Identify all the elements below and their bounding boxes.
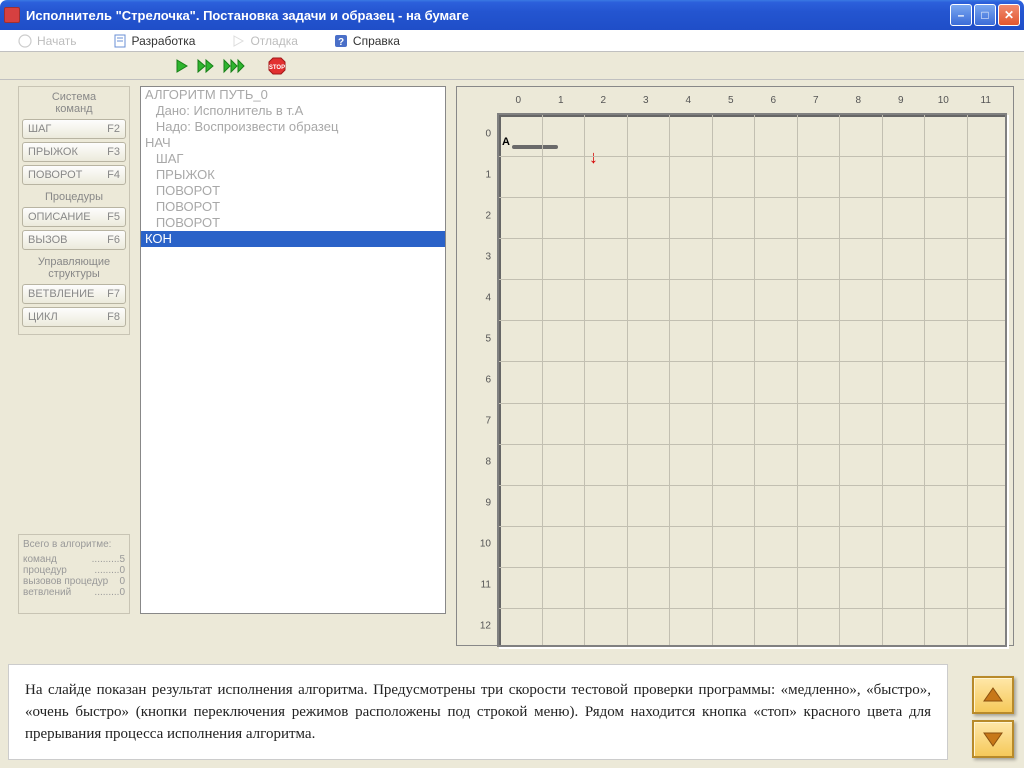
run-toolbar: STOP xyxy=(0,52,1024,80)
cmd-jump[interactable]: ПРЫЖОКF3 xyxy=(22,142,126,162)
document-icon xyxy=(113,34,127,48)
point-A-label: А xyxy=(502,136,510,148)
menu-help-label: Справка xyxy=(353,34,400,48)
svg-text:?: ? xyxy=(338,37,344,48)
stat-calls: вызовов процедур 0 xyxy=(23,576,125,587)
menu-start[interactable]: Начать xyxy=(0,30,95,51)
window-titlebar: Исполнитель "Стрелочка". Постановка зада… xyxy=(0,0,1024,30)
stats-title: Всего в алгоритме: xyxy=(23,539,125,550)
menu-start-label: Начать xyxy=(37,34,77,48)
arrow-down-icon: ↓ xyxy=(589,147,598,168)
menu-dev-label: Разработка xyxy=(132,34,196,48)
play-veryfast-button[interactable] xyxy=(222,58,248,74)
play-outline-icon xyxy=(231,34,245,48)
palette-header: Системакоманд xyxy=(22,91,126,115)
code-line[interactable]: ПОВОРОТ xyxy=(141,183,445,199)
code-line[interactable]: ШАГ xyxy=(141,151,445,167)
menu-debug[interactable]: Отладка xyxy=(213,30,315,51)
x-axis: 01234567891011 xyxy=(497,95,1009,109)
procedures-header: Процедуры xyxy=(22,191,126,203)
code-line[interactable]: КОН xyxy=(141,231,445,247)
code-line[interactable]: АЛГОРИТМ ПУТЬ_0 xyxy=(141,87,445,103)
stat-procedures: процедур.........0 xyxy=(23,565,125,576)
algorithm-stats: Всего в алгоритме: команд..........5 про… xyxy=(18,534,130,614)
yin-yang-icon xyxy=(18,34,32,48)
stat-commands: команд..........5 xyxy=(23,554,125,565)
nav-down-button[interactable] xyxy=(972,720,1014,758)
code-line[interactable]: ПРЫЖОК xyxy=(141,167,445,183)
robot-trail xyxy=(512,145,558,149)
algorithm-editor[interactable]: АЛГОРИТМ ПУТЬ_0 Дано: Исполнитель в т.А … xyxy=(140,86,446,614)
minimize-button[interactable]: – xyxy=(950,4,972,26)
cmd-call[interactable]: ВЫЗОВF6 xyxy=(22,230,126,250)
svg-text:STOP: STOP xyxy=(269,65,285,71)
workspace: Системакоманд ШАГF2 ПРЫЖОКF3 ПОВОРОТF4 П… xyxy=(0,80,1024,768)
help-icon: ? xyxy=(334,34,348,48)
stop-button[interactable]: STOP xyxy=(268,57,286,75)
nav-up-button[interactable] xyxy=(972,676,1014,714)
cmd-loop[interactable]: ЦИКЛF8 xyxy=(22,307,126,327)
cmd-describe[interactable]: ОПИСАНИЕF5 xyxy=(22,207,126,227)
stat-branches: ветвлений.........0 xyxy=(23,587,125,598)
command-palette: Системакоманд ШАГF2 ПРЫЖОКF3 ПОВОРОТF4 П… xyxy=(18,86,130,335)
cmd-turn[interactable]: ПОВОРОТF4 xyxy=(22,165,126,185)
menu-dev[interactable]: Разработка xyxy=(95,30,214,51)
code-line[interactable]: ПОВОРОТ xyxy=(141,199,445,215)
cmd-branch[interactable]: ВЕТВЛЕНИЕF7 xyxy=(22,284,126,304)
menu-help[interactable]: ? Справка xyxy=(316,30,418,51)
play-fast-button[interactable] xyxy=(196,58,216,74)
maximize-button[interactable]: □ xyxy=(974,4,996,26)
grid-field: 01234567891011 0123456789101112 А ↓ xyxy=(456,86,1014,646)
play-slow-button[interactable] xyxy=(174,58,190,74)
control-structures-header: Управляющиеструктуры xyxy=(22,256,126,280)
app-icon xyxy=(4,7,20,23)
grid-canvas[interactable]: А ↓ xyxy=(497,113,1007,647)
close-button[interactable]: ✕ xyxy=(998,4,1020,26)
code-line[interactable]: Надо: Воспроизвести образец xyxy=(141,119,445,135)
window-title: Исполнитель "Стрелочка". Постановка зада… xyxy=(26,8,950,23)
menubar: Начать Разработка Отладка ? Справка xyxy=(0,30,1024,52)
slide-nav xyxy=(972,676,1014,758)
code-line[interactable]: ПОВОРОТ xyxy=(141,215,445,231)
code-line[interactable]: Дано: Исполнитель в т.А xyxy=(141,103,445,119)
slide-caption: На слайде показан результат исполнения а… xyxy=(8,664,948,760)
cmd-step[interactable]: ШАГF2 xyxy=(22,119,126,139)
window-controls: – □ ✕ xyxy=(950,4,1020,26)
code-line[interactable]: НАЧ xyxy=(141,135,445,151)
menu-debug-label: Отладка xyxy=(250,34,297,48)
